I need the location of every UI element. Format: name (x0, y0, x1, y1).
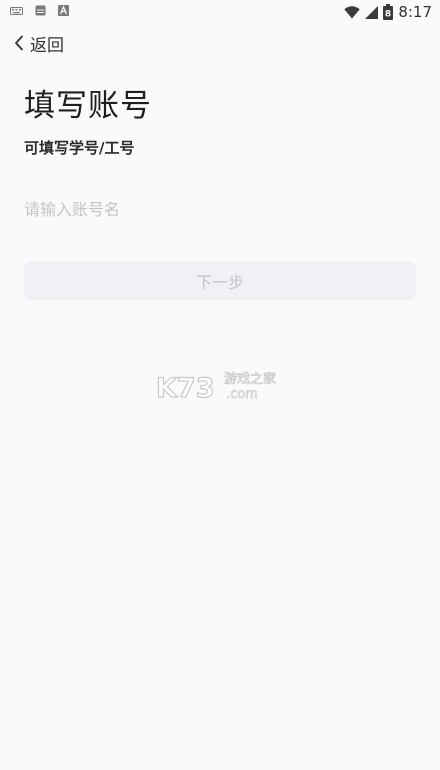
storage-icon (35, 5, 46, 16)
font-icon (58, 5, 69, 16)
k73-watermark-logo: K73 游戏之家 .com (156, 371, 276, 402)
cell-signal-icon (365, 5, 379, 19)
battery-icon: 8 (383, 4, 394, 20)
page-title: 填写账号 (24, 88, 152, 124)
status-bar: 8 8:17 (0, 0, 440, 24)
watermark-tagline: 游戏之家 (224, 371, 276, 387)
watermark-brand: K73 (156, 373, 215, 402)
back-label: 返回 (30, 35, 64, 56)
page-subtitle: 可填写学号/工号 (24, 139, 135, 157)
back-button[interactable]: 返回 (14, 30, 64, 56)
keyboard-icon (10, 6, 23, 15)
watermark-domain: .com (226, 387, 258, 402)
battery-level: 8 (385, 10, 391, 20)
account-input[interactable] (24, 195, 414, 223)
status-left-icons (10, 5, 69, 16)
status-right-icons: 8 8:17 (344, 2, 432, 22)
status-time: 8:17 (398, 3, 432, 21)
next-step-button[interactable]: 下一步 (24, 261, 416, 300)
chevron-left-icon (15, 35, 23, 51)
wifi-icon (344, 5, 361, 19)
